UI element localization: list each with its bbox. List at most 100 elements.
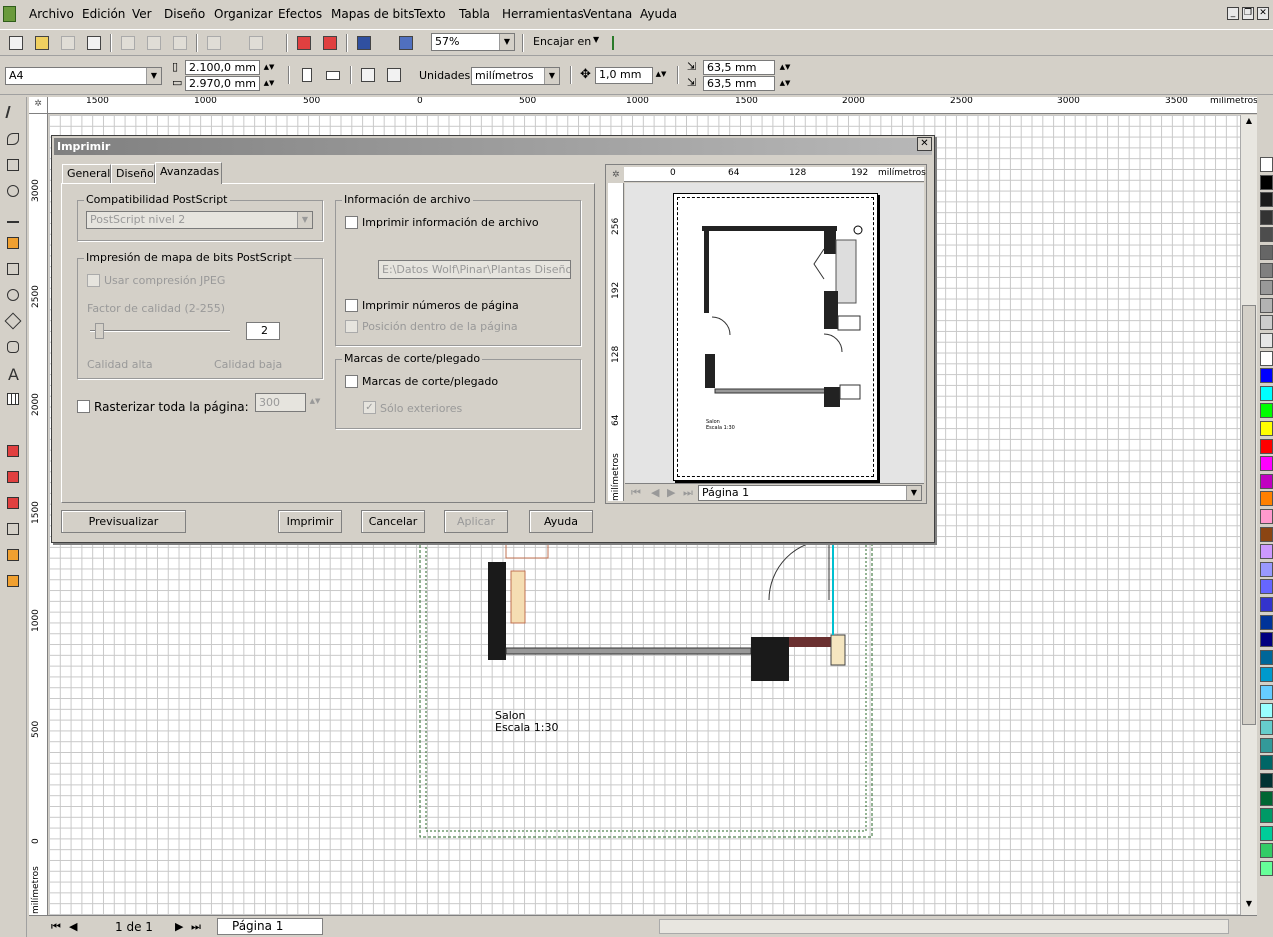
color-swatch[interactable] xyxy=(1260,544,1273,560)
previous-page-icon[interactable]: ◀ xyxy=(69,920,77,933)
jpeg-checkbox[interactable] xyxy=(87,274,100,287)
color-swatch[interactable] xyxy=(1260,385,1273,401)
color-swatch[interactable] xyxy=(1260,561,1273,577)
restore-icon[interactable]: ❐ xyxy=(1242,7,1254,20)
export-icon[interactable] xyxy=(320,33,340,53)
next-page-icon[interactable]: ▶ xyxy=(667,486,675,499)
smart-fill-icon[interactable] xyxy=(5,235,22,252)
next-page-icon[interactable]: ▶ xyxy=(175,920,183,933)
color-swatch[interactable] xyxy=(1260,632,1273,648)
menu-tabla[interactable]: Tabla xyxy=(459,7,490,21)
tab-diseno[interactable]: Diseño xyxy=(111,164,155,183)
scroll-down-icon[interactable]: ▼ xyxy=(1242,899,1256,913)
import-icon[interactable] xyxy=(294,33,314,53)
crop-tool-icon[interactable] xyxy=(5,157,22,174)
menu-organizar[interactable]: Organizar xyxy=(214,7,273,21)
color-swatch[interactable] xyxy=(1260,737,1273,753)
width-spinner[interactable]: ▲▼ xyxy=(260,60,278,75)
menu-efectos[interactable]: Efectos xyxy=(278,7,322,21)
color-swatch[interactable] xyxy=(1260,526,1273,542)
freehand-tool-icon[interactable] xyxy=(5,209,22,226)
menu-ver[interactable]: Ver xyxy=(132,7,152,21)
print-file-info-checkbox[interactable] xyxy=(345,216,358,229)
quality-input[interactable]: 2 xyxy=(246,322,280,340)
tab-avanzadas[interactable]: Avanzadas xyxy=(155,162,222,184)
color-swatch[interactable] xyxy=(1260,491,1273,507)
snap-to-label[interactable]: Encajar en xyxy=(533,35,591,48)
menu-diseno[interactable]: Diseño xyxy=(164,7,205,21)
close-icon[interactable]: ✕ xyxy=(917,137,932,151)
ruler-origin-icon[interactable]: ✲ xyxy=(29,97,48,114)
application-launcher-icon[interactable] xyxy=(354,33,374,53)
color-swatch[interactable] xyxy=(1260,333,1273,348)
eyedropper-tool-icon[interactable] xyxy=(5,495,22,512)
connector-tool-icon[interactable] xyxy=(5,469,22,486)
page-tab[interactable]: Página 1 xyxy=(217,918,323,935)
open-icon[interactable] xyxy=(32,33,52,53)
shape-tool-icon[interactable] xyxy=(5,131,22,148)
color-swatch[interactable] xyxy=(1260,438,1273,454)
polygon-tool-icon[interactable] xyxy=(4,312,22,330)
menu-mapas-de-bits[interactable]: Mapas de bits xyxy=(331,7,414,21)
last-page-icon[interactable]: ⏭ xyxy=(683,486,693,500)
cut-icon[interactable] xyxy=(118,33,138,53)
preview-button[interactable]: Previsualizar xyxy=(61,510,186,533)
cancel-button[interactable]: Cancelar xyxy=(361,510,425,533)
nudge-field[interactable]: 1,0 mm xyxy=(595,67,653,84)
scroll-up-icon[interactable]: ▲ xyxy=(1242,116,1256,130)
ellipse-tool-icon[interactable] xyxy=(5,287,22,304)
color-swatch[interactable] xyxy=(1260,597,1273,612)
chevron-down-icon[interactable]: ▼ xyxy=(544,68,559,84)
last-page-icon[interactable]: ⏭ xyxy=(191,920,201,934)
color-swatch[interactable] xyxy=(1260,456,1273,472)
color-swatch[interactable] xyxy=(1260,209,1273,225)
redo-icon[interactable] xyxy=(246,33,266,53)
chevron-down-icon[interactable]: ▼ xyxy=(297,212,312,228)
color-swatch[interactable] xyxy=(1260,297,1273,313)
page-width-field[interactable]: 2.100,0 mm xyxy=(185,60,260,75)
rectangle-tool-icon[interactable] xyxy=(5,261,22,278)
menu-texto[interactable]: Texto xyxy=(414,7,446,21)
first-page-icon[interactable]: ⏮ xyxy=(51,920,61,934)
menu-archivo[interactable]: Archivo xyxy=(29,7,74,21)
page-height-field[interactable]: 2.970,0 mm xyxy=(185,76,260,91)
pick-tool-icon[interactable] xyxy=(5,104,22,121)
dup-x-spinner[interactable]: ▲▼ xyxy=(776,60,794,75)
color-swatch[interactable] xyxy=(1260,473,1273,489)
undo-icon[interactable] xyxy=(204,33,224,53)
menu-herramientas[interactable]: Herramientas xyxy=(502,7,584,21)
menu-ventana[interactable]: Ventana xyxy=(583,7,632,21)
help-button[interactable]: Ayuda xyxy=(529,510,593,533)
new-document-icon[interactable] xyxy=(6,33,26,53)
table-tool-icon[interactable] xyxy=(5,391,22,408)
color-swatch[interactable] xyxy=(1260,403,1273,419)
duplicate-y-field[interactable]: 63,5 mm xyxy=(703,76,775,91)
menu-ayuda[interactable]: Ayuda xyxy=(640,7,677,21)
color-swatch[interactable] xyxy=(1260,667,1273,683)
color-swatch[interactable] xyxy=(1260,421,1273,436)
first-page-icon[interactable]: ⏮ xyxy=(631,486,641,500)
color-swatch[interactable] xyxy=(1260,614,1273,630)
position-checkbox[interactable] xyxy=(345,320,358,333)
basic-shapes-icon[interactable] xyxy=(5,339,22,356)
options-icon[interactable] xyxy=(609,33,629,53)
preview-page-select[interactable]: Página 1 ▼ xyxy=(698,485,922,501)
welcome-screen-icon[interactable] xyxy=(396,33,416,53)
quality-slider-track[interactable] xyxy=(90,330,230,332)
color-swatch[interactable] xyxy=(1260,174,1273,190)
chevron-down-icon[interactable]: ▼ xyxy=(593,35,599,44)
interactive-fill-icon[interactable] xyxy=(5,573,22,590)
quality-slider-thumb[interactable] xyxy=(95,323,104,339)
color-swatch[interactable] xyxy=(1260,773,1273,788)
units-combo[interactable]: milímetros ▼ xyxy=(471,67,560,85)
color-swatch[interactable] xyxy=(1260,192,1273,208)
color-swatch[interactable] xyxy=(1260,685,1273,700)
tab-general[interactable]: General xyxy=(62,164,111,183)
postscript-level-combo[interactable]: PostScript nivel 2 ▼ xyxy=(86,211,313,229)
paste-icon[interactable] xyxy=(170,33,190,53)
color-swatch[interactable] xyxy=(1260,790,1273,806)
color-swatch[interactable] xyxy=(1260,262,1273,278)
crop-marks-checkbox[interactable] xyxy=(345,375,358,388)
outline-tool-icon[interactable] xyxy=(5,521,22,538)
portrait-icon[interactable] xyxy=(297,65,317,85)
